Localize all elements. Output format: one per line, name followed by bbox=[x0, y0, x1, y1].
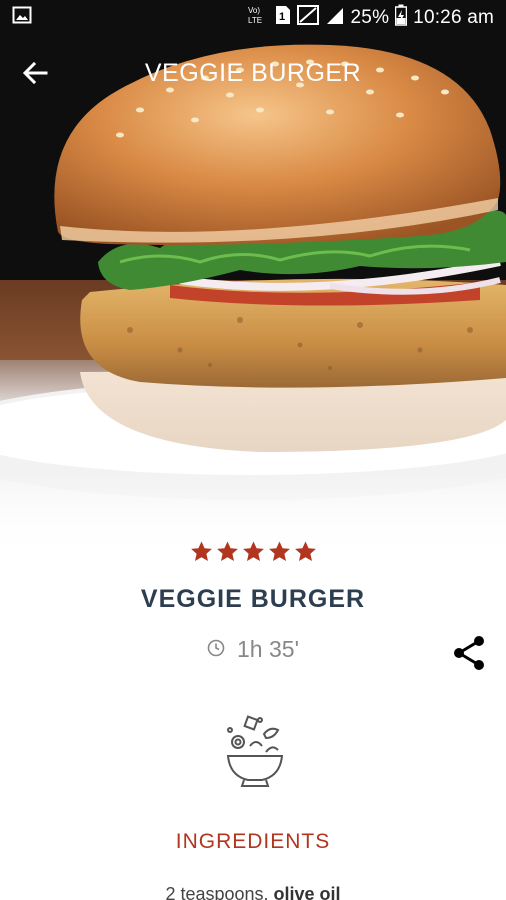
salad-bowl-icon bbox=[220, 712, 290, 790]
star-icon bbox=[242, 541, 264, 561]
ingredient-name: olive oil bbox=[273, 884, 341, 900]
status-time: 10:26 am bbox=[413, 7, 494, 28]
svg-text:Vo): Vo) bbox=[248, 6, 260, 15]
ingredient-amount: 2 teaspoons bbox=[165, 884, 264, 900]
star-icon bbox=[190, 541, 212, 561]
clock-icon bbox=[207, 636, 225, 663]
cook-time-value: 1h 35' bbox=[237, 636, 299, 662]
status-bar: Vo) LTE 1 25% 10:26 am bbox=[0, 0, 506, 36]
svg-text:1: 1 bbox=[279, 11, 285, 23]
svg-text:LTE: LTE bbox=[248, 16, 262, 25]
ingredient-item: 2 teaspoons, olive oil bbox=[0, 884, 506, 900]
cellular-signal-icon bbox=[325, 4, 345, 32]
battery-charging-icon bbox=[394, 4, 408, 32]
share-icon bbox=[451, 633, 487, 678]
app-bar: VEGGIE BURGER bbox=[0, 50, 506, 100]
ingredients-heading: INGREDIENTS bbox=[175, 830, 331, 853]
sim-slot-icon: 1 bbox=[275, 4, 291, 32]
star-icon bbox=[294, 541, 316, 561]
app-bar-title: VEGGIE BURGER bbox=[144, 59, 362, 87]
cook-time: 1h 35' bbox=[0, 636, 506, 663]
star-icon bbox=[268, 541, 290, 561]
recipe-title: VEGGIE BURGER bbox=[140, 585, 366, 613]
battery-percent: 25% bbox=[350, 7, 390, 28]
share-button[interactable] bbox=[448, 634, 490, 676]
no-signal-icon bbox=[296, 4, 319, 32]
image-notification-icon bbox=[12, 5, 32, 31]
star-icon bbox=[216, 541, 238, 561]
rating-stars bbox=[0, 540, 506, 564]
volte-icon: Vo) LTE bbox=[247, 4, 269, 32]
